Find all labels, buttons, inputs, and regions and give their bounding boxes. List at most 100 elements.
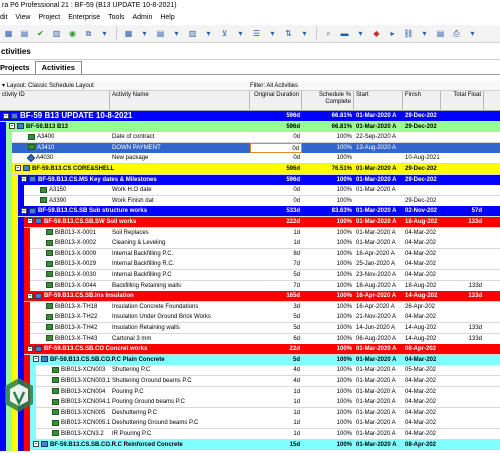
- collapse-icon[interactable]: −: [27, 345, 33, 352]
- menu-help[interactable]: Help: [160, 12, 174, 24]
- table-row[interactable]: BIB013-XCN004.1 Pouring Ground beams P.C 1…: [0, 397, 500, 409]
- collapse-icon[interactable]: −: [21, 176, 27, 183]
- tab-activities[interactable]: Activities: [34, 61, 82, 74]
- table-row[interactable]: BIB013-XCN003.1 Shuttering Ground beams P…: [0, 376, 500, 387]
- report-icon[interactable]: ▤: [434, 27, 447, 40]
- col-activity-name[interactable]: Activity Name: [110, 91, 250, 111]
- chevron-down-icon[interactable]: ▾: [418, 27, 431, 40]
- activity-id-cell[interactable]: A3150: [38, 185, 110, 195]
- activity-id-cell[interactable]: A3400: [26, 132, 110, 142]
- copy-icon[interactable]: ⧉: [82, 27, 95, 40]
- col-total-float[interactable]: Total Float: [441, 91, 484, 111]
- wbs-row[interactable]: − BF-59.B13 B13 596d 66.81% 01-Mar-2020 A 29-…: [0, 121, 500, 133]
- table-row[interactable]: BIB013-X-0030 Internal Backfilling P.C 5d 1…: [0, 270, 500, 281]
- table-row[interactable]: A3150 Work H.O date 0d 100% 01-Mar-2020 A: [0, 185, 500, 197]
- menu-view[interactable]: View: [15, 12, 30, 24]
- wbs-row[interactable]: − BF-59.B13.CS.MS Key dates & Milestones 5…: [0, 174, 500, 186]
- collapse-icon[interactable]: −: [33, 441, 39, 448]
- layout-icon[interactable]: ▦: [2, 27, 15, 40]
- table-row[interactable]: A4030 New package 0d 100% 10-Aug-2021: [0, 153, 500, 165]
- wbs-id-cell[interactable]: − BF-59.B13.CS.SB.CO.R.C Reinforced Concr…: [31, 440, 250, 450]
- chevron-down-icon[interactable]: ▾: [298, 27, 311, 40]
- wbs-row[interactable]: − BF-59.B13.CS CORE&SHELL 596d 76.51% 01-Mar…: [0, 164, 500, 175]
- link-icon[interactable]: ⛓: [402, 27, 415, 40]
- table-row[interactable]: BIB013-X-TH22 Insulation Under Ground Bri…: [0, 312, 500, 324]
- activity-id-cell[interactable]: BIB013-XCN005: [50, 408, 110, 418]
- activity-id-cell[interactable]: BIB013-XCN005.1: [50, 418, 110, 428]
- activity-id-cell[interactable]: BIB013-X-0044: [44, 281, 110, 291]
- wbs-id-cell[interactable]: − BF-59.B13 B13: [7, 122, 250, 132]
- table-row[interactable]: A3410 DOWN PAYMENT 0d 100% 13-Aug-2020 A: [0, 142, 500, 154]
- col-activity-id[interactable]: ctivity ID: [0, 91, 110, 111]
- table-row[interactable]: BIB013-XCN3.2 IR Pouring P.C 1d 100% 01-Mar-…: [0, 429, 500, 440]
- activity-id-cell[interactable]: BIB013-X-0001: [44, 228, 110, 238]
- chevron-down-icon[interactable]: ▾: [234, 27, 247, 40]
- chart-icon[interactable]: ▤: [154, 27, 167, 40]
- chevron-down-icon[interactable]: ▾: [170, 27, 183, 40]
- activity-id-cell[interactable]: BIB013-XCN003: [50, 365, 110, 375]
- wbs-row[interactable]: − BF-59.B13.CS.SB.CO.R.C Reinforced Concr…: [0, 439, 500, 451]
- activity-id-cell[interactable]: BIB013-X-0002: [44, 238, 110, 248]
- wbs-id-cell[interactable]: − BF-59.B13.CS CORE&SHELL: [13, 164, 250, 174]
- activity-id-cell[interactable]: A4030: [26, 153, 110, 163]
- layout-selector[interactable]: ▾ Layout: Classic Schedule Layout: [0, 81, 248, 90]
- wbs-id-cell[interactable]: − BF-59.B13.CS.SB.CO.P.C Plain Concrete: [31, 355, 250, 365]
- activity-id-cell[interactable]: A3390: [38, 196, 110, 206]
- table-row[interactable]: BIB013-X-0044 Backfilling Retaining walls…: [0, 280, 500, 292]
- table-row[interactable]: BIB013-XCN005 Deshuttering P.C 1d 100% 01-Ma…: [0, 407, 500, 419]
- wbs-id-cell[interactable]: − BF-59.B13.CS.SB.Ins Insulation: [25, 291, 250, 301]
- wbs-row[interactable]: − BF-59.B13.CS.SB.SW Soil works 222d 100% 01…: [0, 217, 500, 228]
- tab-projects[interactable]: Projects: [0, 63, 35, 74]
- chevron-down-icon[interactable]: ▾: [98, 27, 111, 40]
- grid-icon[interactable]: ▤: [18, 27, 31, 40]
- collapse-icon[interactable]: −: [21, 207, 27, 214]
- wbs-id-cell[interactable]: − BF-59.B13.CS.SB.CO Concret works: [25, 344, 250, 354]
- activity-id-cell[interactable]: A3410: [26, 143, 110, 153]
- activity-id-cell[interactable]: BIB013-X-0030: [44, 270, 110, 280]
- col-finish[interactable]: Finish: [403, 91, 441, 111]
- wbs-id-cell[interactable]: − BF-59.B13.CS.MS Key dates & Milestones: [19, 175, 250, 185]
- table-row[interactable]: BIB013-X-TH18 Insulation Concrete Foundat…: [0, 301, 500, 313]
- group-icon[interactable]: ☰: [250, 27, 263, 40]
- collapse-icon[interactable]: −: [3, 113, 9, 120]
- collapse-icon[interactable]: −: [27, 292, 33, 299]
- menu-admin[interactable]: Admin: [133, 12, 153, 24]
- filter-icon[interactable]: ⊻: [218, 27, 231, 40]
- table-row[interactable]: BIB013-XCN004 Pouring P.C 1d 100% 01-Mar-202…: [0, 386, 500, 398]
- chevron-down-icon[interactable]: ▾: [354, 27, 367, 40]
- wbs-row[interactable]: − BF-59.B13.CS.SB.CO.P.C Plain Concrete 5d…: [0, 354, 500, 366]
- activity-id-cell[interactable]: BIB013-X-TH18: [44, 302, 110, 312]
- table-row[interactable]: BIB013-XCN005.1 Deshuttering Ground beams…: [0, 418, 500, 430]
- collapse-icon[interactable]: −: [9, 123, 15, 130]
- menu-edit[interactable]: dit: [0, 12, 7, 24]
- activity-id-cell[interactable]: BIB013-XCN004.1: [50, 397, 110, 407]
- print-icon[interactable]: ⎙: [450, 27, 463, 40]
- columns-icon[interactable]: ▥: [186, 27, 199, 40]
- wbs-row[interactable]: − BF-59.B13.CS.SB Sub structure works 533d…: [0, 206, 500, 218]
- activity-id-cell[interactable]: BIB013-X-0029: [44, 259, 110, 269]
- table-row[interactable]: BIB013-X-0001 Soil Replaces 1d 100% 01-Mar-2…: [0, 227, 500, 239]
- table-row[interactable]: BIB013-X-TH43 Cartonal 3 mm 6d 100% 06-Aug-2…: [0, 333, 500, 345]
- wbs-id-cell[interactable]: − BF-59.B13.CS.SB Sub structure works: [19, 206, 250, 216]
- chevron-down-icon[interactable]: ▾: [266, 27, 279, 40]
- collapse-icon[interactable]: −: [27, 218, 33, 225]
- activity-id-cell[interactable]: BIB013-XCN004: [50, 387, 110, 397]
- activity-id-cell[interactable]: BIB013-XCN3.2: [50, 429, 110, 439]
- collapse-icon[interactable]: −: [33, 356, 39, 363]
- activity-id-cell[interactable]: BIB013-X-TH43: [44, 334, 110, 344]
- table-row[interactable]: BIB013-X-0002 Cleaning & Leveling 1d 100% 01…: [0, 238, 500, 250]
- gantt-icon[interactable]: ▬: [338, 27, 351, 40]
- critical-icon[interactable]: ◆: [370, 27, 383, 40]
- chevron-down-icon[interactable]: ▾: [202, 27, 215, 40]
- chevron-down-icon[interactable]: ▾: [138, 27, 151, 40]
- col-start[interactable]: Start: [354, 91, 403, 111]
- wbs-row[interactable]: − BF-59.B13.CS.SB.CO Concret works 22d 100%…: [0, 344, 500, 356]
- table-icon[interactable]: ▦: [122, 27, 135, 40]
- filter-label[interactable]: Filter: All Activities: [248, 81, 298, 90]
- menu-enterprise[interactable]: Enterprise: [68, 12, 100, 24]
- activity-id-cell[interactable]: BIB013-X-TH42: [44, 323, 110, 333]
- table-row[interactable]: A3390 Work Finish dat 0d 100% 29-Dec-202: [0, 195, 500, 207]
- activity-id-cell[interactable]: BIB013-XCN003.1: [50, 376, 110, 386]
- progress-icon[interactable]: ▸: [386, 27, 399, 40]
- activity-id-cell[interactable]: BIB013-X-TH22: [44, 312, 110, 322]
